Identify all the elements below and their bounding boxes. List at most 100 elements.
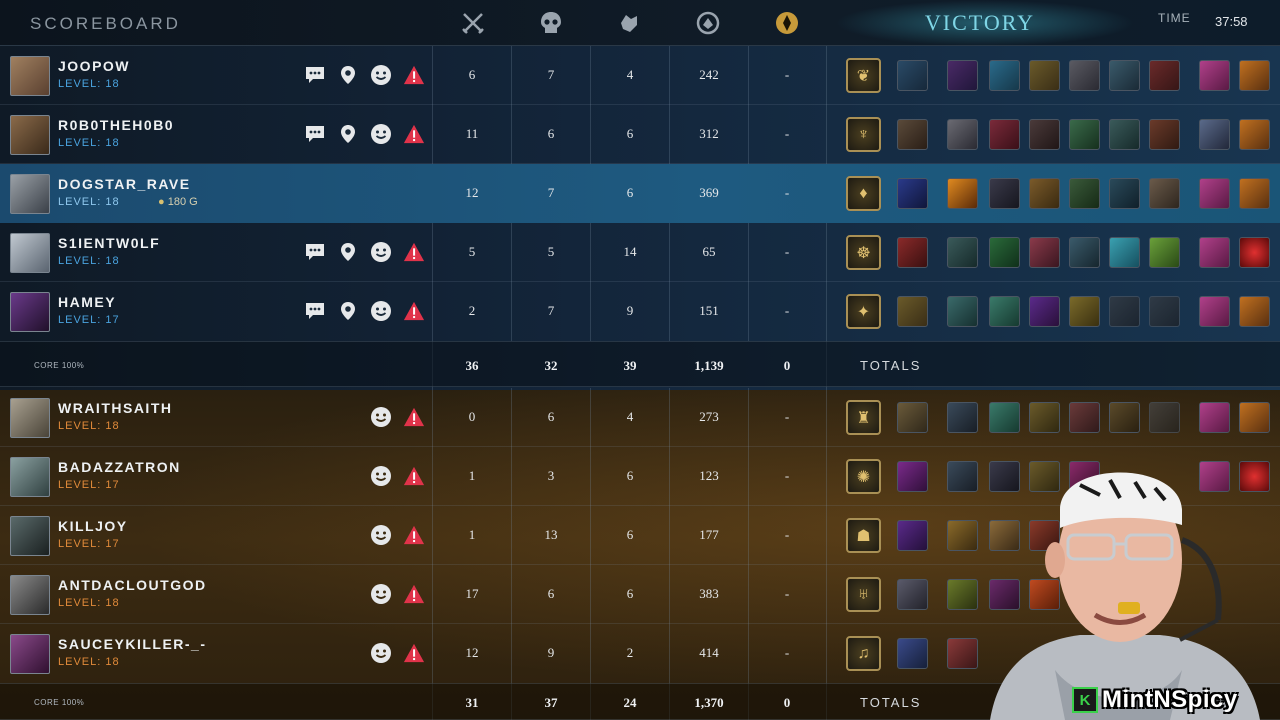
report-icon[interactable]	[403, 64, 425, 86]
player-row[interactable]: HAMEY LEVEL: 17 2 7 9 151 - ✦	[0, 282, 1280, 341]
item-icon[interactable]	[947, 119, 978, 150]
emote-icon[interactable]	[370, 64, 392, 86]
item-icon[interactable]	[1149, 178, 1180, 209]
item-icon[interactable]	[1149, 237, 1180, 268]
item-icon[interactable]	[1109, 237, 1140, 268]
emote-icon[interactable]	[370, 642, 392, 664]
chat-icon[interactable]	[304, 300, 326, 322]
emote-icon[interactable]	[370, 524, 392, 546]
item-icon[interactable]	[897, 638, 928, 669]
player-row-self[interactable]: DOGSTAR_RAVE LEVEL: 18 ● 180 G 12 7 6 36…	[0, 164, 1280, 223]
item-icon[interactable]	[1109, 402, 1140, 433]
item-icon[interactable]	[1069, 402, 1100, 433]
item-icon[interactable]	[1199, 119, 1230, 150]
consumable-icon[interactable]	[1239, 296, 1270, 327]
emote-icon[interactable]	[370, 406, 392, 428]
item-icon[interactable]	[989, 237, 1020, 268]
consumable-icon[interactable]	[1239, 178, 1270, 209]
empty-item-slot[interactable]	[1149, 296, 1180, 327]
item-icon[interactable]	[989, 296, 1020, 327]
emote-icon[interactable]	[370, 300, 392, 322]
consumable-icon[interactable]	[1239, 60, 1270, 91]
player-row[interactable]: WRAITHSAITH LEVEL: 18 0 6 4 273 - ♜	[0, 388, 1280, 447]
item-icon[interactable]	[897, 461, 928, 492]
item-icon[interactable]	[989, 60, 1020, 91]
emote-icon[interactable]	[370, 583, 392, 605]
item-icon[interactable]	[897, 119, 928, 150]
item-icon[interactable]	[897, 402, 928, 433]
item-icon[interactable]	[947, 296, 978, 327]
report-icon[interactable]	[403, 406, 425, 428]
item-icon[interactable]	[1029, 296, 1060, 327]
consumable-icon[interactable]	[1239, 237, 1270, 268]
empty-item-slot[interactable]	[1149, 402, 1180, 433]
crest-icon[interactable]: ♆	[846, 117, 881, 152]
item-icon[interactable]	[1069, 296, 1100, 327]
crest-icon[interactable]: ✦	[846, 294, 881, 329]
item-icon[interactable]	[897, 296, 928, 327]
potion-icon[interactable]	[1199, 60, 1230, 91]
item-icon[interactable]	[1109, 178, 1140, 209]
item-icon[interactable]	[1109, 119, 1140, 150]
consumable-icon[interactable]	[1239, 119, 1270, 150]
report-icon[interactable]	[403, 524, 425, 546]
item-icon[interactable]	[897, 178, 928, 209]
item-icon[interactable]	[1069, 237, 1100, 268]
crest-icon[interactable]: ♜	[846, 400, 881, 435]
emote-icon[interactable]	[370, 465, 392, 487]
empty-item-slot[interactable]	[1109, 296, 1140, 327]
crest-icon[interactable]: ✺	[846, 459, 881, 494]
item-icon[interactable]	[897, 237, 928, 268]
item-icon[interactable]	[947, 178, 978, 209]
item-icon[interactable]	[1069, 178, 1100, 209]
report-icon[interactable]	[403, 123, 425, 145]
emote-icon[interactable]	[370, 241, 392, 263]
item-icon[interactable]	[897, 60, 928, 91]
report-icon[interactable]	[403, 583, 425, 605]
item-icon[interactable]	[897, 579, 928, 610]
crest-icon[interactable]: ❦	[846, 58, 881, 93]
crest-icon[interactable]: ♅	[846, 577, 881, 612]
ping-location-icon[interactable]	[337, 123, 359, 145]
chat-icon[interactable]	[304, 123, 326, 145]
item-icon[interactable]	[1029, 60, 1060, 91]
item-icon[interactable]	[1149, 60, 1180, 91]
player-row[interactable]: R0B0THEH0B0 LEVEL: 18 11 6 6 312 - ♆	[0, 105, 1280, 164]
chat-icon[interactable]	[304, 241, 326, 263]
item-icon[interactable]	[947, 60, 978, 91]
item-icon[interactable]	[1069, 60, 1100, 91]
item-icon[interactable]	[947, 237, 978, 268]
consumable-icon[interactable]	[1239, 402, 1270, 433]
report-icon[interactable]	[403, 300, 425, 322]
potion-icon[interactable]	[1199, 178, 1230, 209]
item-icon[interactable]	[1029, 178, 1060, 209]
potion-icon[interactable]	[1199, 237, 1230, 268]
player-row[interactable]: S1IENTW0LF LEVEL: 18 5 5 14 65 - ☸	[0, 223, 1280, 282]
ping-location-icon[interactable]	[337, 64, 359, 86]
item-icon[interactable]	[1029, 237, 1060, 268]
crest-icon[interactable]: ♫	[846, 636, 881, 671]
potion-icon[interactable]	[1199, 296, 1230, 327]
potion-icon[interactable]	[1199, 402, 1230, 433]
item-icon[interactable]	[989, 178, 1020, 209]
report-icon[interactable]	[403, 241, 425, 263]
player-row[interactable]: JOOPOW LEVEL: 18 6 7 4 242 - ❦	[0, 46, 1280, 105]
crest-icon[interactable]: ☗	[846, 518, 881, 553]
item-icon[interactable]	[1149, 119, 1180, 150]
item-icon[interactable]	[947, 402, 978, 433]
item-icon[interactable]	[1069, 119, 1100, 150]
report-icon[interactable]	[403, 465, 425, 487]
item-icon[interactable]	[897, 520, 928, 551]
ping-location-icon[interactable]	[337, 300, 359, 322]
item-icon[interactable]	[1029, 402, 1060, 433]
report-icon[interactable]	[403, 642, 425, 664]
ping-location-icon[interactable]	[337, 241, 359, 263]
item-icon[interactable]	[989, 119, 1020, 150]
item-icon[interactable]	[1029, 119, 1060, 150]
crest-icon[interactable]: ☸	[846, 235, 881, 270]
item-icon[interactable]	[1109, 60, 1140, 91]
item-icon[interactable]	[989, 402, 1020, 433]
crest-icon[interactable]: ♦	[846, 176, 881, 211]
emote-icon[interactable]	[370, 123, 392, 145]
chat-icon[interactable]	[304, 64, 326, 86]
